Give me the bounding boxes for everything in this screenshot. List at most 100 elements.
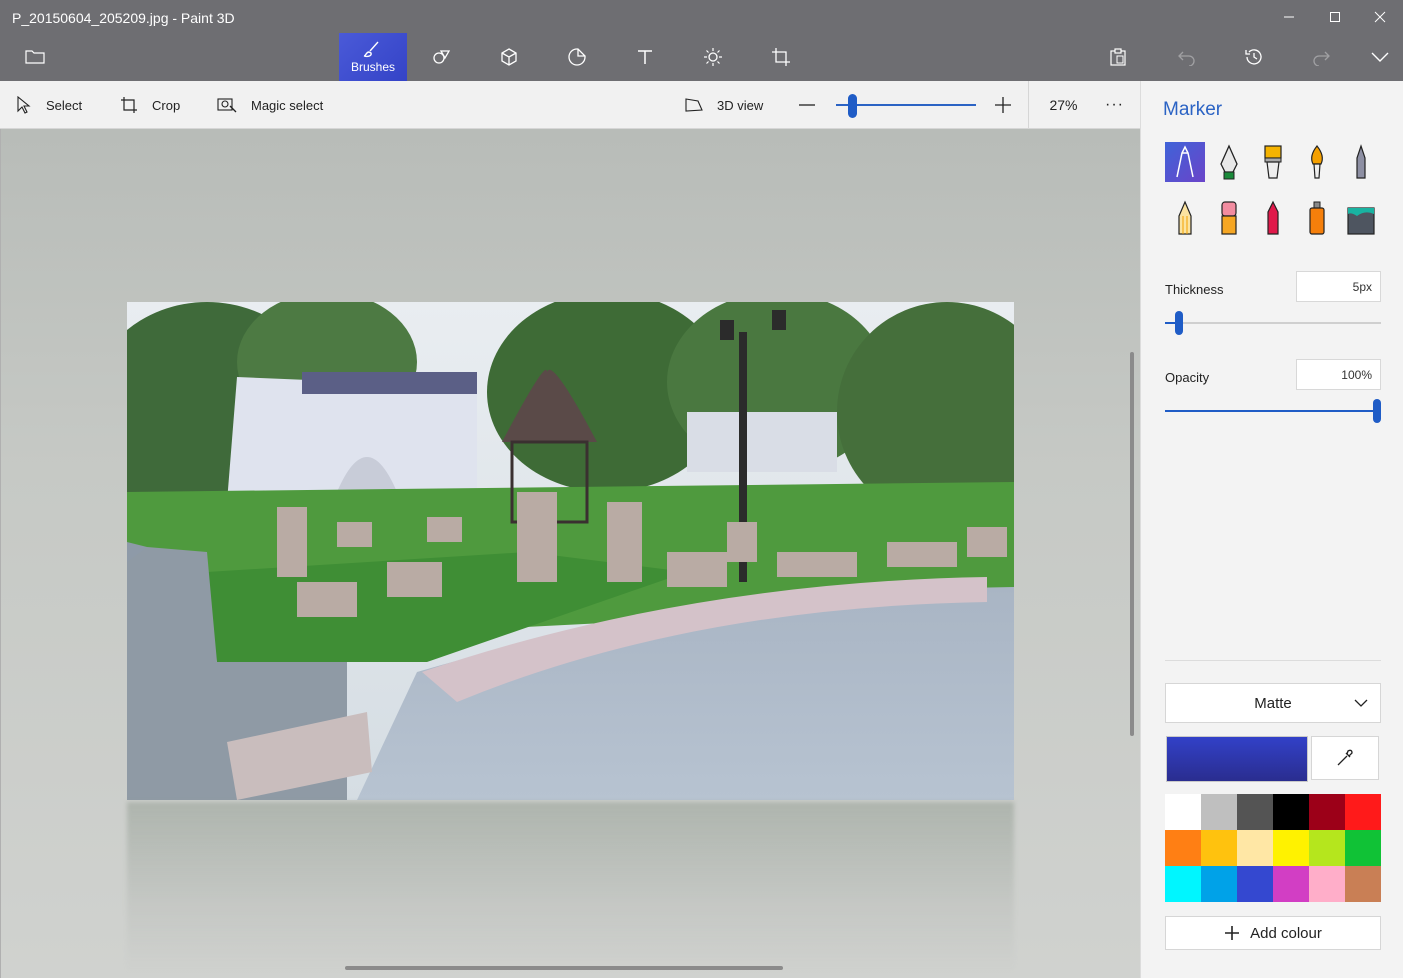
add-colour-label: Add colour [1250, 924, 1322, 942]
finish-dropdown[interactable]: Matte [1165, 683, 1381, 723]
more-options-label: ··· [1105, 96, 1124, 113]
brush-watercolor[interactable] [1297, 142, 1337, 182]
paste-button[interactable] [1098, 33, 1138, 81]
zoom-slider-track[interactable] [836, 104, 976, 106]
thickness-input[interactable]: 5px [1296, 271, 1381, 302]
tab-3d-shapes[interactable] [488, 33, 530, 81]
color-swatch[interactable] [1345, 830, 1381, 866]
brush-icon [363, 41, 379, 58]
zoom-slider-thumb[interactable] [848, 94, 857, 118]
tab-text[interactable] [624, 33, 666, 81]
window-title: P_20150604_205209.jpg - Paint 3D [12, 10, 235, 26]
3d-view-button[interactable]: 3D view [685, 81, 763, 129]
expand-button[interactable] [1360, 33, 1400, 81]
tab-canvas[interactable] [760, 33, 802, 81]
magic-select-button[interactable]: Magic select [217, 81, 323, 129]
history-button[interactable] [1234, 33, 1274, 81]
color-swatch[interactable] [1273, 794, 1309, 830]
color-swatch[interactable] [1309, 794, 1345, 830]
chevron-down-icon [1371, 52, 1389, 62]
title-and-toolbar: P_20150604_205209.jpg - Paint 3D Brushes [0, 0, 1403, 81]
crop-button[interactable]: Crop [120, 81, 180, 129]
canvas-photo[interactable] [127, 302, 1014, 800]
watercolor-icon [1311, 145, 1323, 179]
fill-icon [1347, 207, 1375, 235]
undo-button[interactable] [1166, 33, 1206, 81]
opacity-slider[interactable] [1165, 399, 1381, 423]
panel-title: Marker [1163, 99, 1223, 120]
vertical-scrollbar[interactable] [1130, 352, 1134, 736]
redo-icon [1313, 51, 1330, 66]
more-options-button[interactable]: ··· [1105, 81, 1124, 129]
shapes-2d-icon [433, 50, 451, 64]
close-icon [1374, 11, 1386, 23]
thickness-slider[interactable] [1165, 311, 1381, 335]
thickness-slider-thumb[interactable] [1175, 311, 1183, 335]
color-swatch[interactable] [1273, 830, 1309, 866]
crop-label: Crop [152, 97, 181, 113]
color-swatch[interactable] [1345, 794, 1381, 830]
history-icon [1245, 49, 1262, 65]
crop-icon [121, 97, 137, 113]
zoom-percent[interactable]: 27% [1028, 81, 1098, 129]
pixel-pen-icon [1356, 144, 1366, 179]
3d-view-icon [685, 98, 703, 112]
redo-button[interactable] [1302, 33, 1342, 81]
sticker-icon [568, 48, 586, 66]
color-swatch[interactable] [1237, 866, 1273, 902]
eyedropper-button[interactable] [1311, 736, 1379, 780]
cube-icon [501, 48, 517, 66]
marker-icon [1176, 145, 1194, 178]
color-swatch[interactable] [1273, 866, 1309, 902]
horizontal-scrollbar[interactable] [345, 966, 783, 970]
brush-eraser[interactable] [1209, 198, 1249, 238]
add-colour-button[interactable]: Add colour [1165, 916, 1381, 950]
brush-marker[interactable] [1165, 142, 1205, 182]
undo-icon [1178, 51, 1195, 66]
minus-icon [799, 104, 815, 106]
brush-pencil[interactable] [1165, 198, 1205, 238]
color-swatch[interactable] [1165, 830, 1201, 866]
tab-brushes[interactable]: Brushes [339, 33, 407, 81]
brush-fill[interactable] [1341, 198, 1381, 238]
color-swatch[interactable] [1201, 866, 1237, 902]
thickness-label: Thickness [1165, 282, 1224, 297]
zoom-out-button[interactable] [798, 81, 816, 129]
opacity-input[interactable]: 100% [1296, 359, 1381, 390]
tab-effects[interactable] [692, 33, 734, 81]
maximize-button[interactable] [1312, 0, 1358, 34]
oil-brush-icon [1264, 145, 1282, 179]
eraser-icon [1221, 201, 1237, 235]
color-swatch[interactable] [1309, 830, 1345, 866]
tab-2d-shapes[interactable] [420, 33, 462, 81]
current-color-swatch[interactable] [1166, 736, 1308, 782]
color-swatch[interactable] [1165, 794, 1201, 830]
opacity-slider-thumb[interactable] [1373, 399, 1381, 423]
color-swatch[interactable] [1237, 830, 1273, 866]
opacity-slider-fill [1165, 410, 1377, 412]
zoom-in-button[interactable] [994, 81, 1012, 129]
menu-button[interactable] [14, 36, 56, 76]
canvas-reflection [127, 802, 1014, 972]
brush-crayon[interactable] [1253, 198, 1293, 238]
brush-spray-can[interactable] [1297, 198, 1337, 238]
color-swatch[interactable] [1237, 794, 1273, 830]
color-swatch[interactable] [1345, 866, 1381, 902]
close-button[interactable] [1357, 0, 1403, 34]
brush-calligraphy-pen[interactable] [1209, 142, 1249, 182]
color-swatch[interactable] [1201, 830, 1237, 866]
magic-select-icon [217, 98, 237, 113]
select-button[interactable]: Select [16, 81, 82, 129]
minimize-button[interactable] [1266, 0, 1312, 34]
calligraphy-pen-icon [1220, 144, 1238, 180]
brush-pixel-pen[interactable] [1341, 142, 1381, 182]
spray-can-icon [1309, 201, 1325, 235]
eyedropper-icon [1337, 749, 1353, 766]
plus-icon [1225, 926, 1240, 940]
color-swatch[interactable] [1201, 794, 1237, 830]
color-swatch[interactable] [1309, 866, 1345, 902]
brush-oil[interactable] [1253, 142, 1293, 182]
color-swatch[interactable] [1165, 866, 1201, 902]
magic-select-label: Magic select [251, 97, 324, 113]
tab-stickers[interactable] [556, 33, 598, 81]
